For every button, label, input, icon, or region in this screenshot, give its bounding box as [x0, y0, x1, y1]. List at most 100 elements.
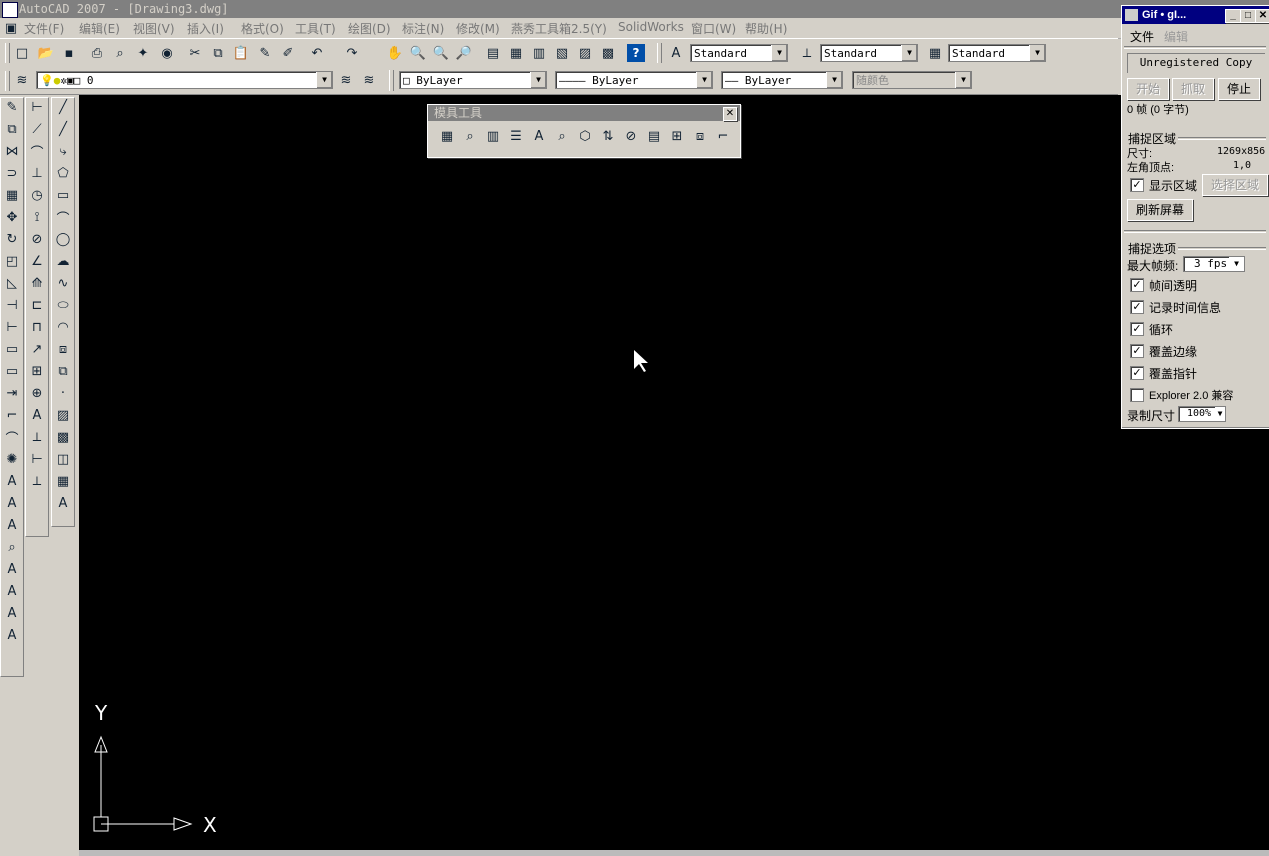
- toolbar-grip[interactable]: [389, 70, 394, 91]
- dim-style-select[interactable]: Standard ▼: [820, 44, 918, 62]
- cut-icon[interactable]: ✂: [186, 44, 204, 62]
- mold-search-icon[interactable]: ⌕: [461, 127, 479, 145]
- design-center-icon[interactable]: ▦: [507, 44, 525, 62]
- layer-previous-icon[interactable]: ≋: [360, 71, 378, 89]
- table-style-select[interactable]: Standard ▼: [948, 44, 1046, 62]
- menu-dimension[interactable]: 标注(N): [402, 20, 444, 37]
- chevron-down-icon[interactable]: ▼: [1229, 257, 1244, 271]
- stop-button[interactable]: 停止: [1218, 78, 1260, 100]
- mirror-icon[interactable]: ⋈: [3, 142, 21, 160]
- minimize-icon[interactable]: _: [1225, 9, 1241, 23]
- mold-plate-icon[interactable]: ▥: [484, 127, 502, 145]
- close-icon[interactable]: ✕: [1255, 9, 1269, 23]
- 3d-dwf-icon[interactable]: ◉: [158, 44, 176, 62]
- undo-icon[interactable]: ↶: [308, 44, 326, 62]
- mold-list-icon[interactable]: ☰: [507, 127, 525, 145]
- plot-icon[interactable]: ⎙: [88, 44, 106, 62]
- rec-size-select[interactable]: 100% ▼: [1178, 406, 1226, 422]
- text-style-select[interactable]: Standard ▼: [690, 44, 788, 62]
- arc-length-icon[interactable]: ⌒: [28, 142, 46, 161]
- join-icon[interactable]: ⇥: [3, 384, 21, 402]
- menu-tools[interactable]: 工具(T): [295, 20, 336, 37]
- ordinate-dim-icon[interactable]: ⊥: [28, 164, 46, 182]
- paste-icon[interactable]: 📋: [232, 44, 250, 62]
- chevron-down-icon[interactable]: ▼: [826, 72, 842, 88]
- array-icon[interactable]: ▦: [3, 186, 21, 204]
- scale-icon[interactable]: ◰: [3, 252, 21, 270]
- menu-yanxiu-toolbox[interactable]: 燕秀工具箱2.5(Y): [511, 20, 607, 37]
- line-icon[interactable]: ╱: [54, 98, 72, 116]
- make-block-icon[interactable]: ⧉: [54, 362, 72, 380]
- menu-draw[interactable]: 绘图(D): [348, 20, 391, 37]
- angular-dim-icon[interactable]: ∠: [28, 252, 46, 270]
- publish-icon[interactable]: ✦: [134, 44, 152, 62]
- stretch-icon[interactable]: ◺: [3, 274, 21, 292]
- find-icon[interactable]: ⌕: [3, 538, 21, 556]
- table-style-icon[interactable]: ▦: [926, 44, 944, 62]
- mold-dim-icon[interactable]: ⊞: [668, 127, 686, 145]
- construction-line-icon[interactable]: ╱: [54, 120, 72, 138]
- autocad-app-icon[interactable]: [2, 2, 18, 18]
- move-icon[interactable]: ✥: [3, 208, 21, 226]
- mold-part-icon[interactable]: ⧈: [691, 127, 709, 145]
- zoom-realtime-icon[interactable]: 🔍: [409, 44, 427, 62]
- hatch-icon[interactable]: ▨: [54, 406, 72, 424]
- block-editor-icon[interactable]: ✐: [279, 44, 297, 62]
- zoom-window-icon[interactable]: 🔍: [432, 44, 450, 62]
- pan-icon[interactable]: ✋: [386, 44, 404, 62]
- menu-solidworks[interactable]: SolidWorks: [618, 20, 684, 34]
- circle-icon[interactable]: ◯: [54, 230, 72, 248]
- baseline-dim-icon[interactable]: ⊏: [28, 296, 46, 314]
- layer-manager-icon[interactable]: ≋: [13, 71, 31, 89]
- zoom-previous-icon[interactable]: 🔎: [455, 44, 473, 62]
- scale-text-icon[interactable]: A: [3, 604, 21, 622]
- mold-tools-title[interactable]: 模具工具: [428, 105, 740, 121]
- make-current-layer-icon[interactable]: ≋: [337, 71, 355, 89]
- chevron-down-icon[interactable]: ▼: [530, 72, 546, 88]
- gif-menu-file[interactable]: 文件: [1130, 28, 1154, 45]
- record-time-checkbox[interactable]: ✓: [1130, 300, 1144, 314]
- continue-dim-icon[interactable]: ⊓: [28, 318, 46, 336]
- chevron-down-icon[interactable]: ▼: [696, 72, 712, 88]
- ellipse-icon[interactable]: ⬭: [54, 296, 72, 314]
- select-area-button[interactable]: 选择区域: [1202, 174, 1268, 196]
- menu-insert[interactable]: 插入(I): [187, 20, 224, 37]
- gif-menu-edit[interactable]: 编辑: [1164, 28, 1188, 45]
- polygon-icon[interactable]: ⬠: [54, 164, 72, 182]
- polyline-icon[interactable]: ⤷: [54, 142, 72, 160]
- mold-text-icon[interactable]: A: [530, 127, 548, 145]
- help-icon[interactable]: ?: [627, 44, 645, 62]
- toolbar-grip[interactable]: [5, 43, 10, 63]
- fillet-icon[interactable]: ⌒: [3, 428, 21, 447]
- copy-icon[interactable]: ⧉: [209, 44, 227, 62]
- layer-select[interactable]: 💡●✲▣□ 0 ▼: [36, 71, 333, 89]
- cover-edge-checkbox[interactable]: ✓: [1130, 344, 1144, 358]
- insert-block-icon[interactable]: ⧈: [54, 340, 72, 358]
- explorer-compat-checkbox[interactable]: [1130, 388, 1144, 402]
- show-area-checkbox[interactable]: ✓: [1130, 178, 1144, 192]
- open-icon[interactable]: 📂: [37, 44, 55, 62]
- gif-title-bar[interactable]: Gif • gI... _ □ ✕: [1122, 6, 1269, 24]
- mold-table-icon[interactable]: ▤: [645, 127, 663, 145]
- ellipse-arc-icon[interactable]: ◠: [54, 318, 72, 336]
- redo-icon[interactable]: ↷: [343, 44, 361, 62]
- text-icon[interactable]: A: [3, 472, 21, 490]
- multiline-text-icon[interactable]: A: [54, 494, 72, 512]
- mold-no-icon[interactable]: ⊘: [622, 127, 640, 145]
- spell-check-icon[interactable]: A: [3, 560, 21, 578]
- mold-zoom-icon[interactable]: ⌕: [553, 127, 571, 145]
- markup-icon[interactable]: ▨: [576, 44, 594, 62]
- cover-pointer-checkbox[interactable]: ✓: [1130, 366, 1144, 380]
- chevron-down-icon[interactable]: ▼: [316, 72, 332, 88]
- drawing-area[interactable]: Y X: [79, 95, 1269, 850]
- calculator-icon[interactable]: ▩: [599, 44, 617, 62]
- diameter-dim-icon[interactable]: ⊘: [28, 230, 46, 248]
- new-icon[interactable]: □: [13, 44, 31, 62]
- menu-view[interactable]: 视图(V): [133, 20, 175, 37]
- erase-icon[interactable]: ✎: [3, 98, 21, 116]
- plot-preview-icon[interactable]: ⌕: [111, 44, 129, 62]
- radius-dim-icon[interactable]: ◷: [28, 186, 46, 204]
- extend-icon[interactable]: ⊢: [3, 318, 21, 336]
- rotate-icon[interactable]: ↻: [3, 230, 21, 248]
- arc-icon[interactable]: ⌒: [54, 208, 72, 227]
